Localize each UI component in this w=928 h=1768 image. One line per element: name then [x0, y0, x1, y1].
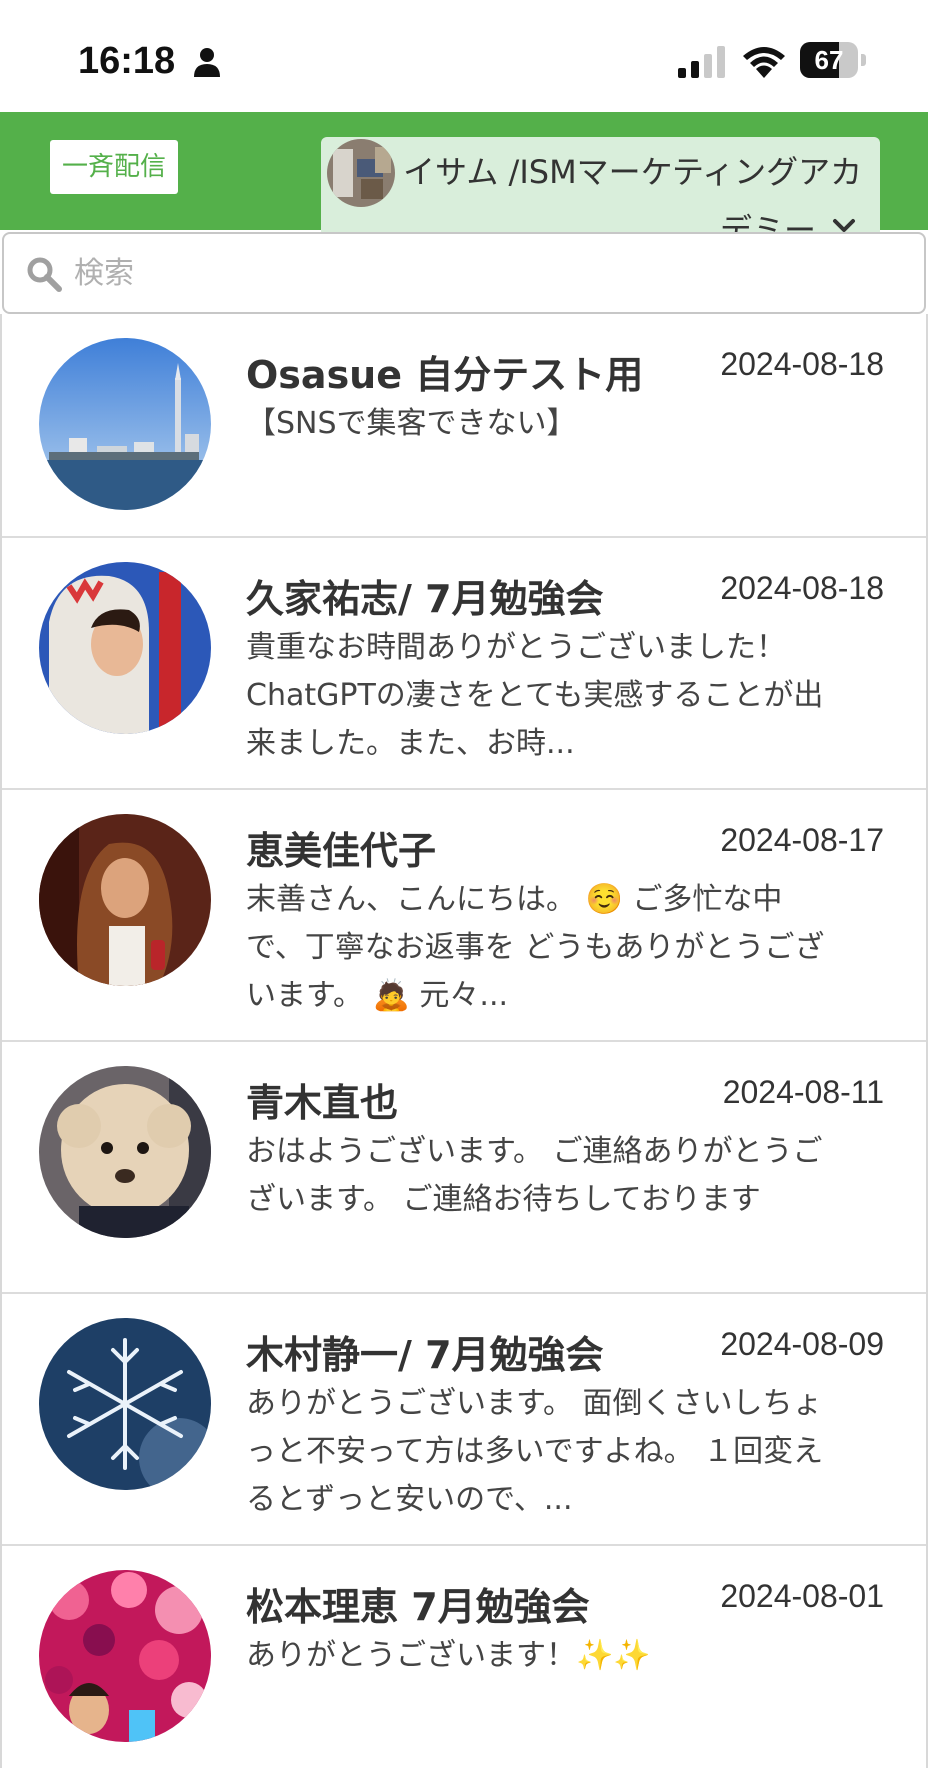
- conversation-preview: 【SNSで集客できない】: [246, 406, 577, 441]
- battery-level: 67: [814, 45, 844, 75]
- conversation-date: 2024-08-01: [720, 1578, 884, 1614]
- conversation-name: 青木直也: [246, 1081, 399, 1125]
- conversation-date: 2024-08-09: [720, 1326, 884, 1362]
- status-bar: 16:18 67: [0, 0, 928, 112]
- person-icon: [194, 48, 220, 77]
- conversation-date: 2024-08-11: [722, 1074, 884, 1110]
- poodle-dog-avatar: [39, 1066, 211, 1238]
- search-box: [2, 232, 926, 314]
- search-input[interactable]: [74, 248, 894, 298]
- city-skyline-avatar: [39, 338, 211, 510]
- conversation-item[interactable]: 松本理恵 7月勉強会 2024-08-01 ありがとうございます！✨✨: [2, 1546, 926, 1768]
- battery-icon: 67: [800, 42, 866, 78]
- conversation-preview: ありがとうございます！✨✨: [246, 1638, 651, 1673]
- conversation-name: 木村静一/ 7月勉強会: [246, 1333, 604, 1377]
- conversation-list: Osasue 自分テスト用 2024-08-18 【SNSで集客できない】 久家…: [0, 314, 928, 1768]
- conversation-item[interactable]: 久家祐志/ 7月勉強会 2024-08-18 貴重なお時間ありがとうございました…: [2, 538, 926, 790]
- signal-icon: [678, 46, 725, 78]
- conversation-preview: 末善さん、こんにちは。 ☺️ ご多忙な中で、丁寧なお返事を どうもありがとうござ…: [246, 882, 825, 1013]
- conversation-date: 2024-08-18: [720, 346, 884, 382]
- conversation-preview: おはようございます。 ご連絡ありがとうございます。 ご連絡お待ちしております: [246, 1134, 823, 1217]
- conversation-item[interactable]: 木村静一/ 7月勉強会 2024-08-09 ありがとうございます。 面倒くさい…: [2, 1294, 926, 1546]
- conversation-date: 2024-08-18: [720, 570, 884, 606]
- conversation-name: 恵美佳代子: [246, 829, 437, 873]
- broadcast-button[interactable]: 一斉配信: [50, 140, 178, 194]
- snowflake-avatar: [39, 1318, 211, 1490]
- conversation-item[interactable]: 恵美佳代子 2024-08-17 末善さん、こんにちは。 ☺️ ご多忙な中で、丁…: [2, 790, 926, 1042]
- account-name: イサム /ISMマーケティングアカ: [403, 153, 863, 191]
- search-icon: [27, 257, 62, 292]
- conversation-item[interactable]: Osasue 自分テスト用 2024-08-18 【SNSで集客できない】: [2, 314, 926, 538]
- conversation-name: 久家祐志/ 7月勉強会: [246, 577, 604, 621]
- account-avatar: [327, 139, 395, 207]
- conversation-name: 松本理恵 7月勉強会: [246, 1585, 590, 1629]
- conversation-preview: ありがとうございます。 面倒くさいしちょっと不安って方は多いですよね。 １回変え…: [246, 1386, 824, 1517]
- conversation-name: Osasue 自分テスト用: [246, 353, 644, 397]
- conversation-date: 2024-08-17: [720, 822, 884, 858]
- woman-portrait-avatar: [39, 814, 211, 986]
- person-in-costume-avatar: [39, 562, 211, 734]
- conversation-preview: 貴重なお時間ありがとうございました！ChatGPTの凄さをとても実感することが出…: [246, 630, 824, 761]
- conversation-item[interactable]: 青木直也 2024-08-11 おはようございます。 ご連絡ありがとうございます…: [2, 1042, 926, 1294]
- flower-blossom-avatar: [39, 1570, 211, 1742]
- wifi-icon: [743, 47, 785, 78]
- status-time: 16:18: [78, 40, 176, 82]
